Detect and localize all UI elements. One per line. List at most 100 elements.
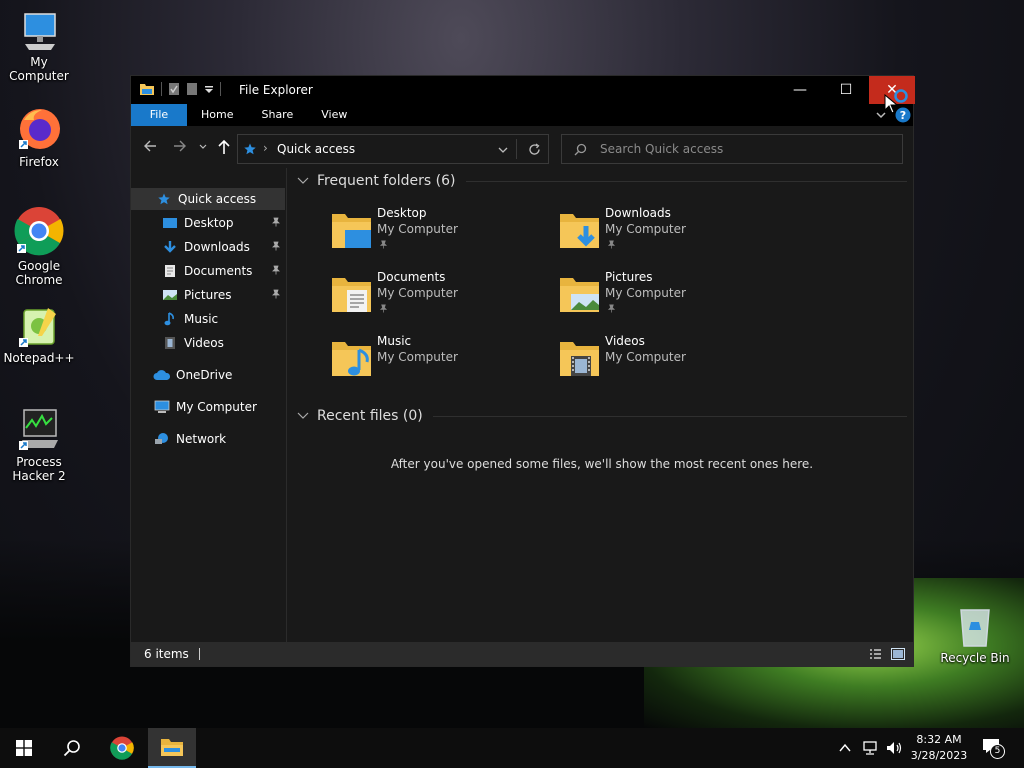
desktop-icon-recycle-bin[interactable]: Recycle Bin <box>936 604 1014 665</box>
file-explorer-window[interactable]: File Explorer — ☐ ✕ File Home Share View… <box>130 75 915 667</box>
recent-locations-chevron-icon[interactable] <box>199 143 207 151</box>
refresh-icon[interactable] <box>528 143 541 156</box>
nav-item-desktop[interactable]: Desktop <box>131 212 285 234</box>
large-icons-view-icon[interactable] <box>891 647 905 661</box>
svg-text:?: ? <box>900 109 906 122</box>
start-button[interactable] <box>0 728 48 768</box>
folder-location: My Computer <box>605 350 686 364</box>
nav-item-videos[interactable]: Videos <box>131 332 285 354</box>
title-bar[interactable]: File Explorer — ☐ ✕ <box>131 76 915 104</box>
computer-icon <box>24 13 56 50</box>
pin-icon <box>607 304 616 313</box>
pin-icon <box>379 240 388 249</box>
tab-file[interactable]: File <box>131 104 187 126</box>
folder-tile-music[interactable]: Music My Computer <box>331 334 541 390</box>
toolbar-separator <box>161 82 162 96</box>
nav-item-network[interactable]: Network <box>131 428 285 450</box>
nav-item-my-computer[interactable]: My Computer <box>131 396 285 418</box>
nav-item-pictures[interactable]: Pictures <box>131 284 285 306</box>
nav-item-label: Videos <box>184 336 224 350</box>
collapse-chevron-icon <box>297 412 309 419</box>
desktop-icon-google-chrome[interactable]: Google Chrome <box>0 206 78 287</box>
nav-item-documents[interactable]: Documents <box>131 260 285 282</box>
videos-folder-icon <box>560 342 599 376</box>
nav-item-label: My Computer <box>176 400 257 414</box>
taskbar-file-explorer[interactable] <box>148 728 196 768</box>
back-arrow-icon[interactable] <box>143 139 157 153</box>
up-arrow-icon[interactable] <box>217 139 231 155</box>
forward-arrow-icon[interactable] <box>173 139 187 153</box>
desktop-icon-label: Process Hacker 2 <box>12 455 66 483</box>
nav-item-label: Pictures <box>184 288 232 302</box>
folder-location: My Computer <box>377 350 458 364</box>
status-bar: 6 items <box>131 642 913 666</box>
folder-tile-downloads[interactable]: Downloads My Computer <box>559 206 769 262</box>
folder-name: Downloads <box>605 206 671 220</box>
maximize-icon: ☐ <box>839 82 853 98</box>
documents-folder-icon <box>332 278 371 312</box>
process-hacker-icon <box>19 409 58 450</box>
music-note-icon <box>161 312 179 326</box>
nav-item-onedrive[interactable]: OneDrive <box>131 364 285 386</box>
folder-tile-desktop[interactable]: Desktop My Computer <box>331 206 541 262</box>
folder-tile-videos[interactable]: Videos My Computer <box>559 334 769 390</box>
search-button[interactable] <box>48 728 96 768</box>
customize-toolbar-icon[interactable] <box>204 83 214 95</box>
desktop-icon-label: My Computer <box>9 55 69 83</box>
network-status-icon[interactable] <box>862 740 880 756</box>
new-folder-icon[interactable] <box>186 82 198 96</box>
folder-icon <box>140 84 154 95</box>
properties-icon[interactable] <box>168 82 180 96</box>
folder-location: My Computer <box>605 222 686 236</box>
tab-view[interactable]: View <box>307 104 361 126</box>
minimize-button[interactable]: — <box>777 76 823 104</box>
folder-tile-pictures[interactable]: Pictures My Computer <box>559 270 769 326</box>
folder-name: Pictures <box>605 270 653 284</box>
clock-time: 8:32 AM <box>916 733 962 746</box>
address-path[interactable]: Quick access <box>277 142 355 156</box>
downloads-folder-icon <box>560 214 599 248</box>
action-center-button[interactable]: 5 <box>982 738 1005 759</box>
notepad-plus-plus-icon <box>19 308 56 347</box>
frequent-folders-header[interactable]: Frequent folders (6) <box>297 173 907 189</box>
toolbar-separator <box>220 82 221 96</box>
tab-share[interactable]: Share <box>247 104 307 126</box>
taskbar-chrome[interactable] <box>98 728 146 768</box>
pin-icon <box>272 217 280 227</box>
chrome-icon <box>110 736 134 760</box>
nav-item-quick-access[interactable]: Quick access <box>131 188 285 210</box>
search-box[interactable]: Search Quick access <box>561 134 903 164</box>
file-explorer-icon <box>161 739 183 756</box>
folder-name: Documents <box>377 270 446 284</box>
pin-icon <box>272 241 280 251</box>
desktop-icon-notepad-plus-plus[interactable]: Notepad++ <box>0 306 78 365</box>
nav-item-music[interactable]: Music <box>131 308 285 330</box>
nav-item-label: Network <box>176 432 227 446</box>
desktop-icon-process-hacker[interactable]: Process Hacker 2 <box>0 406 78 483</box>
network-icon <box>153 432 171 446</box>
recent-files-header[interactable]: Recent files (0) <box>297 408 907 424</box>
download-arrow-icon <box>161 240 179 254</box>
breadcrumb-chevron-icon: › <box>263 141 268 155</box>
section-divider <box>432 415 907 417</box>
details-view-icon[interactable] <box>869 648 882 660</box>
folder-tile-documents[interactable]: Documents My Computer <box>331 270 541 326</box>
quick-access-star-icon <box>155 193 173 205</box>
folder-name: Desktop <box>377 206 427 220</box>
chevron-up-icon[interactable] <box>838 742 852 754</box>
pin-icon <box>272 289 280 299</box>
desktop-icon-my-computer[interactable]: My Computer <box>0 10 78 83</box>
system-clock[interactable]: 8:32 AM 3/28/2023 <box>906 732 972 764</box>
volume-icon[interactable] <box>885 740 903 756</box>
ribbon-tabs: File Home Share View ? <box>131 104 913 126</box>
chrome-icon <box>14 207 64 256</box>
desktop-icon-firefox[interactable]: Firefox <box>0 106 78 169</box>
maximize-button[interactable]: ☐ <box>823 76 869 104</box>
address-dropdown-icon[interactable] <box>498 146 508 154</box>
tab-home[interactable]: Home <box>187 104 247 126</box>
nav-item-downloads[interactable]: Downloads <box>131 236 285 258</box>
cloud-icon <box>153 369 171 381</box>
section-divider <box>465 180 907 182</box>
address-divider <box>516 139 517 159</box>
address-bar[interactable]: › Quick access <box>237 134 549 164</box>
